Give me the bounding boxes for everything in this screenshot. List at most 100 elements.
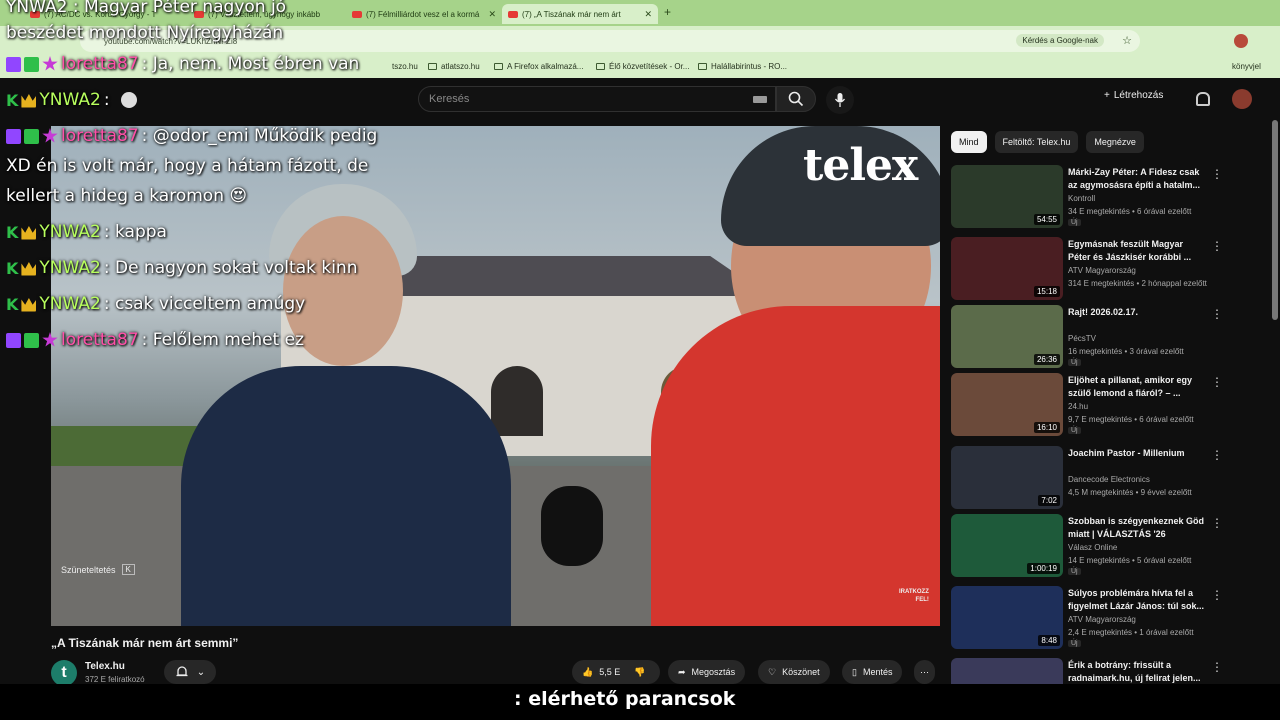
chat-message-continuation: kellert a hideg a karomon 😍 — [6, 186, 248, 206]
bookmark-atlatszo[interactable]: atlatszo.hu — [428, 62, 480, 71]
star-badge-icon — [42, 332, 58, 347]
more-vertical-icon[interactable]: ⋮ — [1211, 307, 1223, 321]
screen: (7) AC/DC vs. Korda György - T (7) Veszt… — [0, 0, 1280, 720]
more-vertical-icon[interactable]: ⋮ — [1211, 516, 1223, 530]
recommended-channel[interactable]: ATV Magyarország — [1068, 266, 1136, 275]
chat-message: loretta87: @odor_emi Működik pedig — [6, 126, 377, 146]
bookmark-more[interactable]: könyvjel — [1232, 62, 1261, 71]
recommended-meta: 9,7 E megtekintés • 6 órával ezelőtt — [1068, 415, 1194, 424]
close-tab-icon[interactable]: ✕ — [644, 9, 652, 20]
new-badge: Új — [1068, 219, 1081, 226]
chat-message: loretta87: Ja, nem. Most ébren van — [6, 54, 359, 74]
recommended-channel[interactable]: Válasz Online — [1068, 543, 1117, 552]
recommended-title[interactable]: Joachim Pastor - Millenium — [1068, 447, 1208, 460]
account-avatar[interactable] — [1232, 89, 1252, 109]
k-badge-icon: K — [6, 258, 19, 278]
chat-top-message: YNWA2 : Magyar Péter nagyon jó beszédet … — [6, 0, 287, 43]
scrollbar[interactable] — [1272, 120, 1278, 320]
new-badge: Új — [1068, 640, 1081, 647]
recommended-title[interactable]: Rajt! 2026.02.17. — [1068, 306, 1208, 319]
duration-badge: 8:48 — [1038, 635, 1060, 646]
tab-active[interactable]: (7) „A Tiszának már nem árt ✕ — [502, 4, 658, 24]
youtube-icon — [352, 10, 362, 18]
recommended-video[interactable]: 1:00:19 Szobban is szégyenkeznek Göd miat… — [951, 514, 1269, 578]
recommended-video[interactable]: 54:55 Márki-Zay Péter: A Fidesz csak az a… — [951, 165, 1269, 229]
chat-message: K YNWA2: kappa — [6, 222, 167, 242]
recommended-meta: 4,5 M megtekintés • 9 évvel ezelőtt — [1068, 488, 1192, 497]
bookmark-partial[interactable]: tszo.hu — [392, 62, 418, 71]
more-vertical-icon[interactable]: ⋮ — [1211, 375, 1223, 389]
share-icon: ➦ — [678, 666, 686, 677]
duration-badge: 1:00:19 — [1027, 563, 1060, 574]
recommended-title[interactable]: Eljöhet a pillanat, amikor egy szülő lem… — [1068, 374, 1208, 400]
more-vertical-icon[interactable]: ⋮ — [1211, 448, 1223, 462]
voice-search-button[interactable] — [826, 86, 854, 114]
more-vertical-icon[interactable]: ⋮ — [1211, 660, 1223, 674]
more-vertical-icon[interactable]: ⋮ — [1211, 588, 1223, 602]
share-button[interactable]: ➦ Megosztás — [668, 660, 746, 684]
chip-uploader[interactable]: Feltöltő: Telex.hu — [994, 131, 1079, 153]
crown-badge-icon — [21, 226, 37, 240]
create-button[interactable]: + Létrehozás — [1104, 90, 1163, 101]
crown-badge-icon — [21, 94, 37, 108]
recommended-channel[interactable]: Kontroll — [1068, 194, 1095, 203]
search-icon — [788, 91, 804, 107]
recommended-video[interactable]: 15:18 Egymásnak feszült Magyar Péter és J… — [951, 237, 1269, 301]
video-title: „A Tiszának már nem árt semmi” — [51, 636, 239, 650]
new-badge: Új — [1068, 359, 1081, 366]
search-input[interactable]: Keresés — [418, 86, 776, 112]
recommended-video[interactable]: 16:10 Eljöhet a pillanat, amikor egy szül… — [951, 373, 1269, 437]
recommended-video[interactable]: 8:48 Súlyos problémára hívta fel a figyel… — [951, 586, 1269, 650]
recommended-channel[interactable]: Dancecode Electronics — [1068, 475, 1150, 484]
video-thumbnail[interactable]: 15:18 — [951, 237, 1063, 300]
video-thumbnail[interactable]: 8:48 — [951, 586, 1063, 649]
recommended-title[interactable]: Márki-Zay Péter: A Fidesz csak az agymos… — [1068, 166, 1208, 192]
subscription-bell-button[interactable]: ⌄ — [164, 660, 216, 684]
recommended-video[interactable]: 26:36 Rajt! 2026.02.17. PécsTV 16 megtekint… — [951, 305, 1269, 369]
close-tab-icon[interactable]: ✕ — [488, 9, 496, 20]
recommended-channel[interactable]: PécsTV — [1068, 334, 1096, 343]
video-arch — [491, 366, 543, 436]
keyboard-icon[interactable] — [753, 96, 767, 103]
browser-profile-avatar[interactable] — [1234, 34, 1248, 48]
recommended-title[interactable]: Súlyos problémára hívta fel a figyelmet … — [1068, 587, 1208, 613]
new-tab-button[interactable]: + — [664, 5, 671, 19]
recommended-channel[interactable]: ATV Magyarország — [1068, 615, 1136, 624]
video-thumbnail[interactable]: 7:02 — [951, 446, 1063, 509]
recommended-title[interactable]: Érik a botrány: frissült a radnaimark.hu… — [1068, 659, 1208, 685]
bookmark-live[interactable]: Élő közvetítések - Or... — [596, 62, 689, 71]
k-badge-icon: K — [6, 222, 19, 242]
chevron-down-icon: ⌄ — [196, 666, 206, 678]
like-button[interactable]: 👍 5,5 E 👎 — [572, 660, 660, 684]
video-person-jacket — [181, 366, 511, 626]
recommended-meta: 14 E megtekintés • 5 órával ezelőtt — [1068, 556, 1192, 565]
more-vertical-icon[interactable]: ⋮ — [1211, 239, 1223, 253]
notifications-bell-icon[interactable] — [1196, 92, 1210, 106]
recommended-channel[interactable]: 24.hu — [1068, 402, 1088, 411]
ask-google-button[interactable]: Kérdés a Google-nak — [1016, 34, 1104, 47]
video-thumbnail[interactable]: 1:00:19 — [951, 514, 1063, 577]
bookmark-star-icon[interactable]: ☆ — [1122, 34, 1132, 47]
tab-3[interactable]: (7) Félmilliárdot vesz el a kormá ✕ — [346, 4, 502, 24]
channel-name[interactable]: Telex.hu — [85, 661, 125, 672]
bookmark-firefox[interactable]: A Firefox alkalmazá... — [494, 62, 583, 71]
recommended-title[interactable]: Egymásnak feszült Magyar Péter és Jászki… — [1068, 238, 1208, 264]
more-actions-button[interactable]: ⋯ — [914, 660, 935, 684]
duration-badge: 26:36 — [1033, 354, 1060, 365]
bookmark-labyrinth[interactable]: Halállabirintus - RO... — [698, 62, 787, 71]
recommended-video[interactable]: 7:02 Joachim Pastor - Millenium Dancecode … — [951, 446, 1269, 510]
save-button[interactable]: ▯ Mentés — [842, 660, 903, 684]
search-button[interactable] — [776, 86, 816, 112]
video-thumbnail[interactable]: 16:10 — [951, 373, 1063, 436]
video-thumbnail[interactable]: 26:36 — [951, 305, 1063, 368]
recommended-title[interactable]: Szobban is szégyenkeznek Göd miatt | VÁL… — [1068, 515, 1208, 541]
thumbs-down-icon[interactable]: 👎 — [634, 667, 645, 678]
channel-avatar[interactable]: t — [51, 660, 77, 686]
more-vertical-icon[interactable]: ⋮ — [1211, 167, 1223, 181]
folder-icon — [428, 63, 437, 70]
chip-watched[interactable]: Megnézve — [1086, 131, 1144, 153]
thanks-button[interactable]: ♡ Köszönet — [758, 660, 830, 684]
video-thumbnail[interactable]: 54:55 — [951, 165, 1063, 228]
video-microphone — [541, 486, 603, 566]
chip-all[interactable]: Mind — [951, 131, 987, 153]
